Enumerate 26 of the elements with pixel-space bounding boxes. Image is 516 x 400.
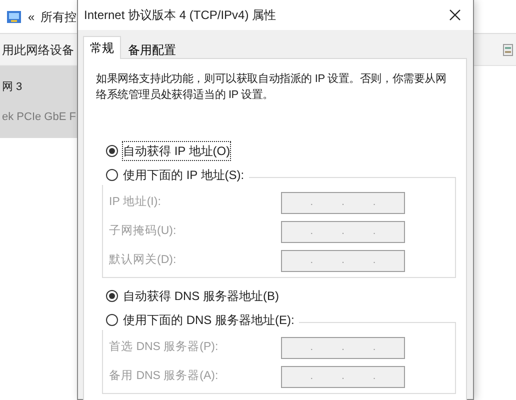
radio-button[interactable]: [106, 290, 118, 302]
description-text: 如果网络支持此功能，则可以获取自动指派的 IP 设置。否则，你需要从网络系统管理员处获得适当的 IP 设置。: [96, 72, 448, 103]
view-icon[interactable]: [503, 44, 513, 56]
field-label: 首选 DNS 服务器(P):: [109, 340, 220, 355]
field-label: 子网掩码(U):: [109, 224, 178, 239]
radio-button[interactable]: [106, 314, 118, 326]
field-label: 备用 DNS 服务器(A):: [109, 368, 220, 384]
tab[interactable]: 常规: [83, 36, 121, 59]
field-label: 默认网关(D):: [109, 252, 178, 268]
field-label: IP 地址(I):: [109, 194, 162, 210]
device-name: ek PCIe GbE F: [2, 110, 75, 125]
tab[interactable]: 备用配置: [121, 39, 183, 60]
connection-name: 网 3: [2, 80, 24, 95]
radio-button[interactable]: [106, 145, 118, 157]
radio-label[interactable]: 自动获得 DNS 服务器地址(B): [122, 286, 280, 306]
network-folder-icon: [6, 8, 22, 24]
close-icon: [449, 9, 461, 21]
radio-button[interactable]: [106, 169, 118, 181]
window-title: Internet 协议版本 4 (TCP/IPv4) 属性: [84, 7, 276, 24]
toolbar-item[interactable]: 用此网络设备: [2, 40, 74, 58]
connection-item[interactable]: 网 3 ek PCIe GbE F: [0, 66, 77, 138]
breadcrumb-text[interactable]: 所有控: [40, 8, 77, 26]
radio-label[interactable]: 使用下面的 DNS 服务器地址(E):: [122, 310, 296, 330]
back-chevron[interactable]: «: [28, 8, 35, 26]
radio-label[interactable]: 自动获得 IP 地址(O): [122, 141, 232, 161]
radio-label[interactable]: 使用下面的 IP 地址(S):: [122, 165, 246, 185]
